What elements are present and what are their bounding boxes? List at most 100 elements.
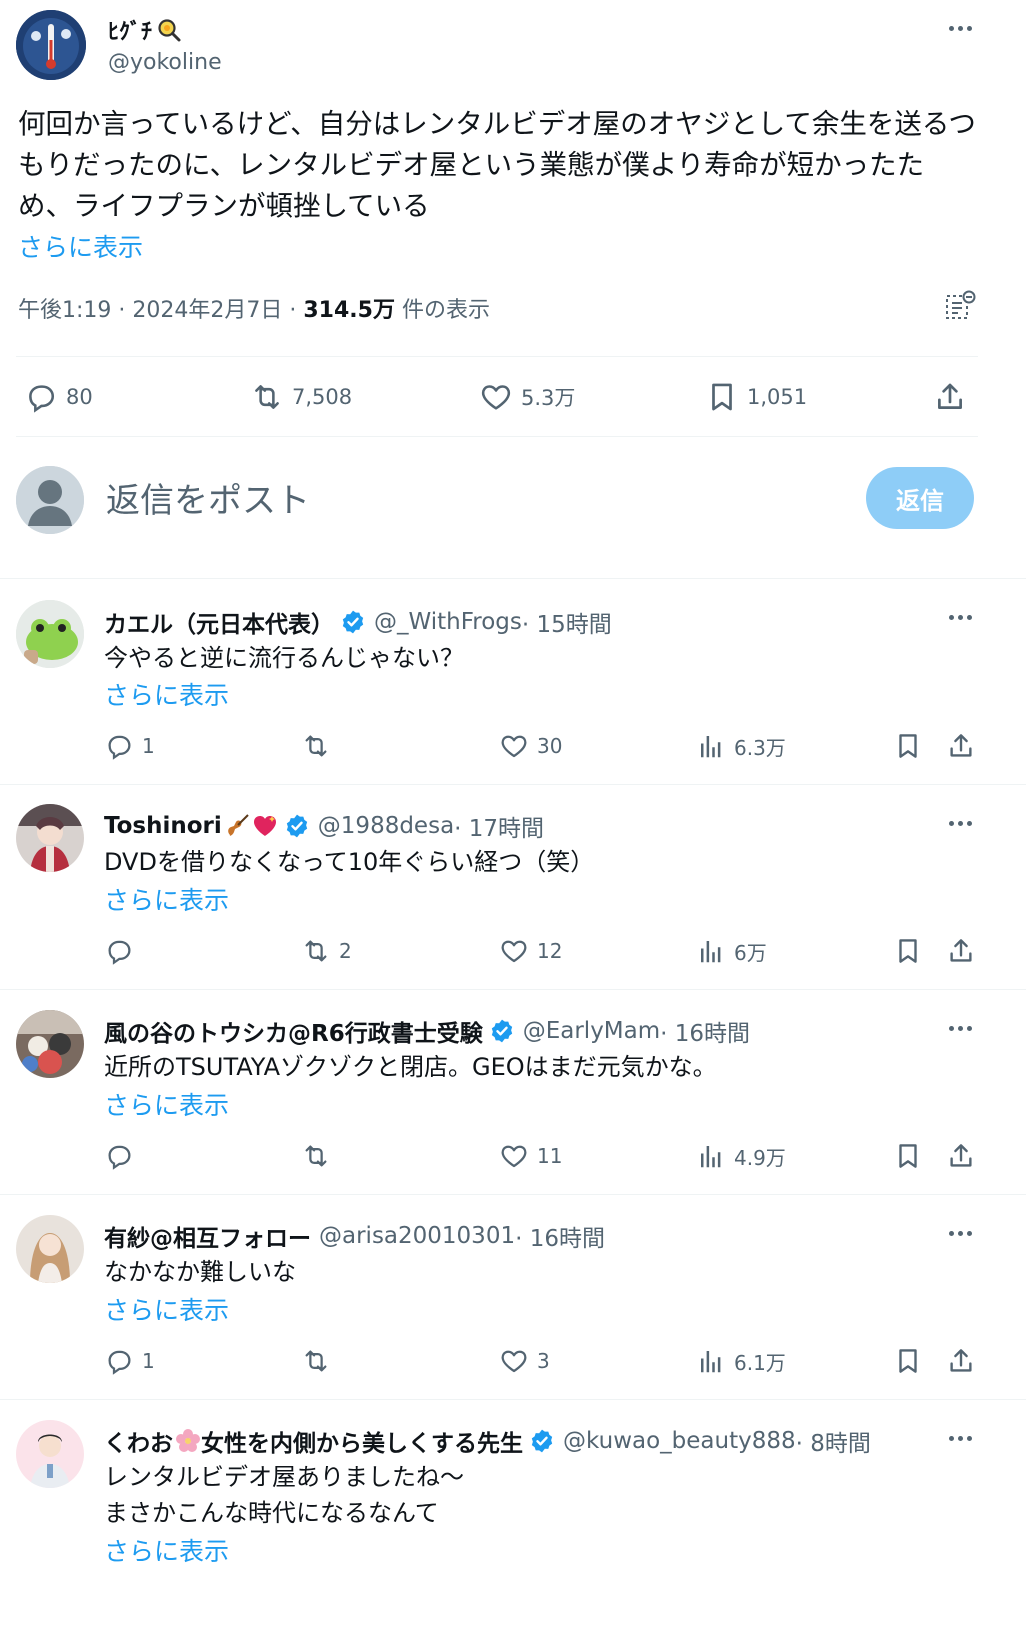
reply-avatar[interactable]: [16, 600, 84, 668]
heart-icon: [499, 731, 529, 761]
show-more-link[interactable]: さらに表示: [104, 1532, 229, 1568]
reply-time[interactable]: · 16時間: [515, 1219, 605, 1253]
show-more-link[interactable]: さらに表示: [104, 1086, 229, 1122]
like-count: 11: [537, 1144, 563, 1168]
bookmark-action[interactable]: [893, 936, 923, 966]
divider: [16, 436, 978, 437]
repost-action[interactable]: [301, 731, 339, 761]
share-icon: [933, 380, 967, 414]
more-icon[interactable]: [942, 607, 978, 627]
reply-author-handle[interactable]: @kuwao_beauty888: [563, 1428, 796, 1454]
more-icon[interactable]: [942, 1428, 978, 1448]
reply-time[interactable]: · 8時間: [796, 1424, 871, 1458]
reply-action[interactable]: [104, 936, 142, 966]
views-action[interactable]: 4.9万: [696, 1141, 786, 1171]
bookmark-action[interactable]: [893, 1346, 923, 1376]
show-more-link[interactable]: さらに表示: [104, 1291, 229, 1327]
bookmark-count: 1,051: [747, 385, 808, 409]
bookmark-icon: [893, 936, 923, 966]
analytics-icon[interactable]: [944, 290, 976, 322]
views-action[interactable]: 6.1万: [696, 1346, 786, 1376]
bookmark-action[interactable]: [893, 731, 923, 761]
reply-author-handle[interactable]: @1988desa: [318, 813, 454, 839]
girl-avatar-image: [16, 1215, 84, 1283]
reply-text: DVDを借りなくなって10年ぐらい経つ（笑）: [104, 848, 595, 876]
reply-avatar[interactable]: [16, 804, 84, 872]
reply-time[interactable]: · 15時間: [522, 605, 612, 639]
reply-time[interactable]: · 16時間: [660, 1014, 750, 1048]
reply-header: カエル（元日本代表） @_WithFrogs · 15時間: [104, 605, 612, 639]
reply-action[interactable]: 80: [24, 380, 93, 414]
repost-action[interactable]: [301, 1346, 339, 1376]
reply-author-handle[interactable]: @_WithFrogs: [374, 609, 522, 635]
reply-author-name-part[interactable]: くわお: [104, 1424, 173, 1458]
show-more-link[interactable]: さらに表示: [104, 881, 229, 917]
views-count: 6万: [734, 940, 767, 965]
more-icon[interactable]: [942, 18, 978, 38]
bookmark-icon: [893, 1346, 923, 1376]
reply-count: 1: [142, 1349, 155, 1373]
heart-icon: [479, 380, 513, 414]
author-name[interactable]: ﾋｸﾞﾁ: [108, 14, 182, 46]
reply-tweet: カエル（元日本代表） @_WithFrogs · 15時間 今やると逆に流行るん…: [0, 579, 1026, 784]
share-action[interactable]: [946, 731, 976, 761]
repost-action[interactable]: [301, 1141, 339, 1171]
repost-icon: [301, 1141, 331, 1171]
reply-action[interactable]: 1: [104, 731, 155, 761]
reply-author-name[interactable]: カエル（元日本代表）: [104, 605, 334, 639]
views-action[interactable]: 6万: [696, 936, 767, 966]
tweet-timestamp[interactable]: 午後1:19 · 2024年2月7日 ·: [18, 298, 303, 323]
author-avatar[interactable]: [16, 10, 86, 80]
bookmark-icon: [893, 1141, 923, 1171]
bookmark-action[interactable]: [893, 1141, 923, 1171]
like-action[interactable]: 3: [499, 1346, 550, 1376]
repost-action[interactable]: 7,508: [250, 380, 352, 414]
like-action[interactable]: 12: [499, 936, 562, 966]
share-icon: [946, 731, 976, 761]
like-count: 5.3万: [521, 386, 576, 410]
reply-action[interactable]: [104, 1141, 142, 1171]
like-action[interactable]: 5.3万: [479, 380, 575, 414]
bookmark-action[interactable]: 1,051: [705, 380, 807, 414]
more-icon[interactable]: [942, 1018, 978, 1038]
views-action[interactable]: 6.3万: [696, 731, 786, 761]
show-more-link[interactable]: さらに表示: [18, 228, 143, 264]
views-icon: [696, 1346, 726, 1376]
reply-author-name-part[interactable]: 女性を内側から美しくする先生: [201, 1424, 523, 1458]
heart-icon: [499, 936, 529, 966]
more-icon[interactable]: [942, 1223, 978, 1243]
reply-author-name[interactable]: Toshinori: [104, 813, 222, 839]
share-icon: [946, 1141, 976, 1171]
share-action[interactable]: [933, 380, 967, 414]
reply-text: なかなか難しいな: [104, 1258, 296, 1286]
repost-count: 2: [339, 939, 352, 963]
share-action[interactable]: [946, 936, 976, 966]
more-icon[interactable]: [942, 813, 978, 833]
like-action[interactable]: 30: [499, 731, 562, 761]
reply-text: 今やると逆に流行るんじゃない？: [104, 644, 464, 672]
bookmark-icon: [705, 380, 739, 414]
reply-author-name[interactable]: 有紗@相互フォロー: [104, 1219, 311, 1253]
main-tweet-actions: 80 7,508 5.3万 1,051: [0, 372, 1026, 424]
reply-action[interactable]: 1: [104, 1346, 155, 1376]
reply-input[interactable]: [106, 474, 706, 528]
share-action[interactable]: [946, 1346, 976, 1376]
reply-avatar[interactable]: [16, 1010, 84, 1078]
repost-icon: [301, 936, 331, 966]
show-more-link[interactable]: さらに表示: [104, 676, 229, 712]
reply-author-name[interactable]: 風の谷のトウシカ@R6行政書士受験: [104, 1014, 483, 1048]
share-action[interactable]: [946, 1141, 976, 1171]
author-handle[interactable]: @yokoline: [108, 50, 222, 75]
reply-avatar[interactable]: [16, 1215, 84, 1283]
reply-avatar[interactable]: [16, 1420, 84, 1488]
reply-time[interactable]: · 17時間: [454, 809, 544, 843]
composer-avatar: [16, 466, 84, 534]
reply-author-handle[interactable]: @arisa20010301: [319, 1223, 515, 1249]
views-count: 6.1万: [734, 1350, 786, 1375]
like-action[interactable]: 11: [499, 1141, 562, 1171]
reply-author-handle[interactable]: @EarlyMam: [523, 1018, 660, 1044]
reply-button[interactable]: 返信: [866, 467, 974, 529]
divider: [16, 356, 978, 357]
repost-action[interactable]: 2: [301, 936, 352, 966]
reply-header: くわお 女性を内側から美しくする先生 @kuwao_beauty888 · 8時…: [104, 1424, 871, 1458]
